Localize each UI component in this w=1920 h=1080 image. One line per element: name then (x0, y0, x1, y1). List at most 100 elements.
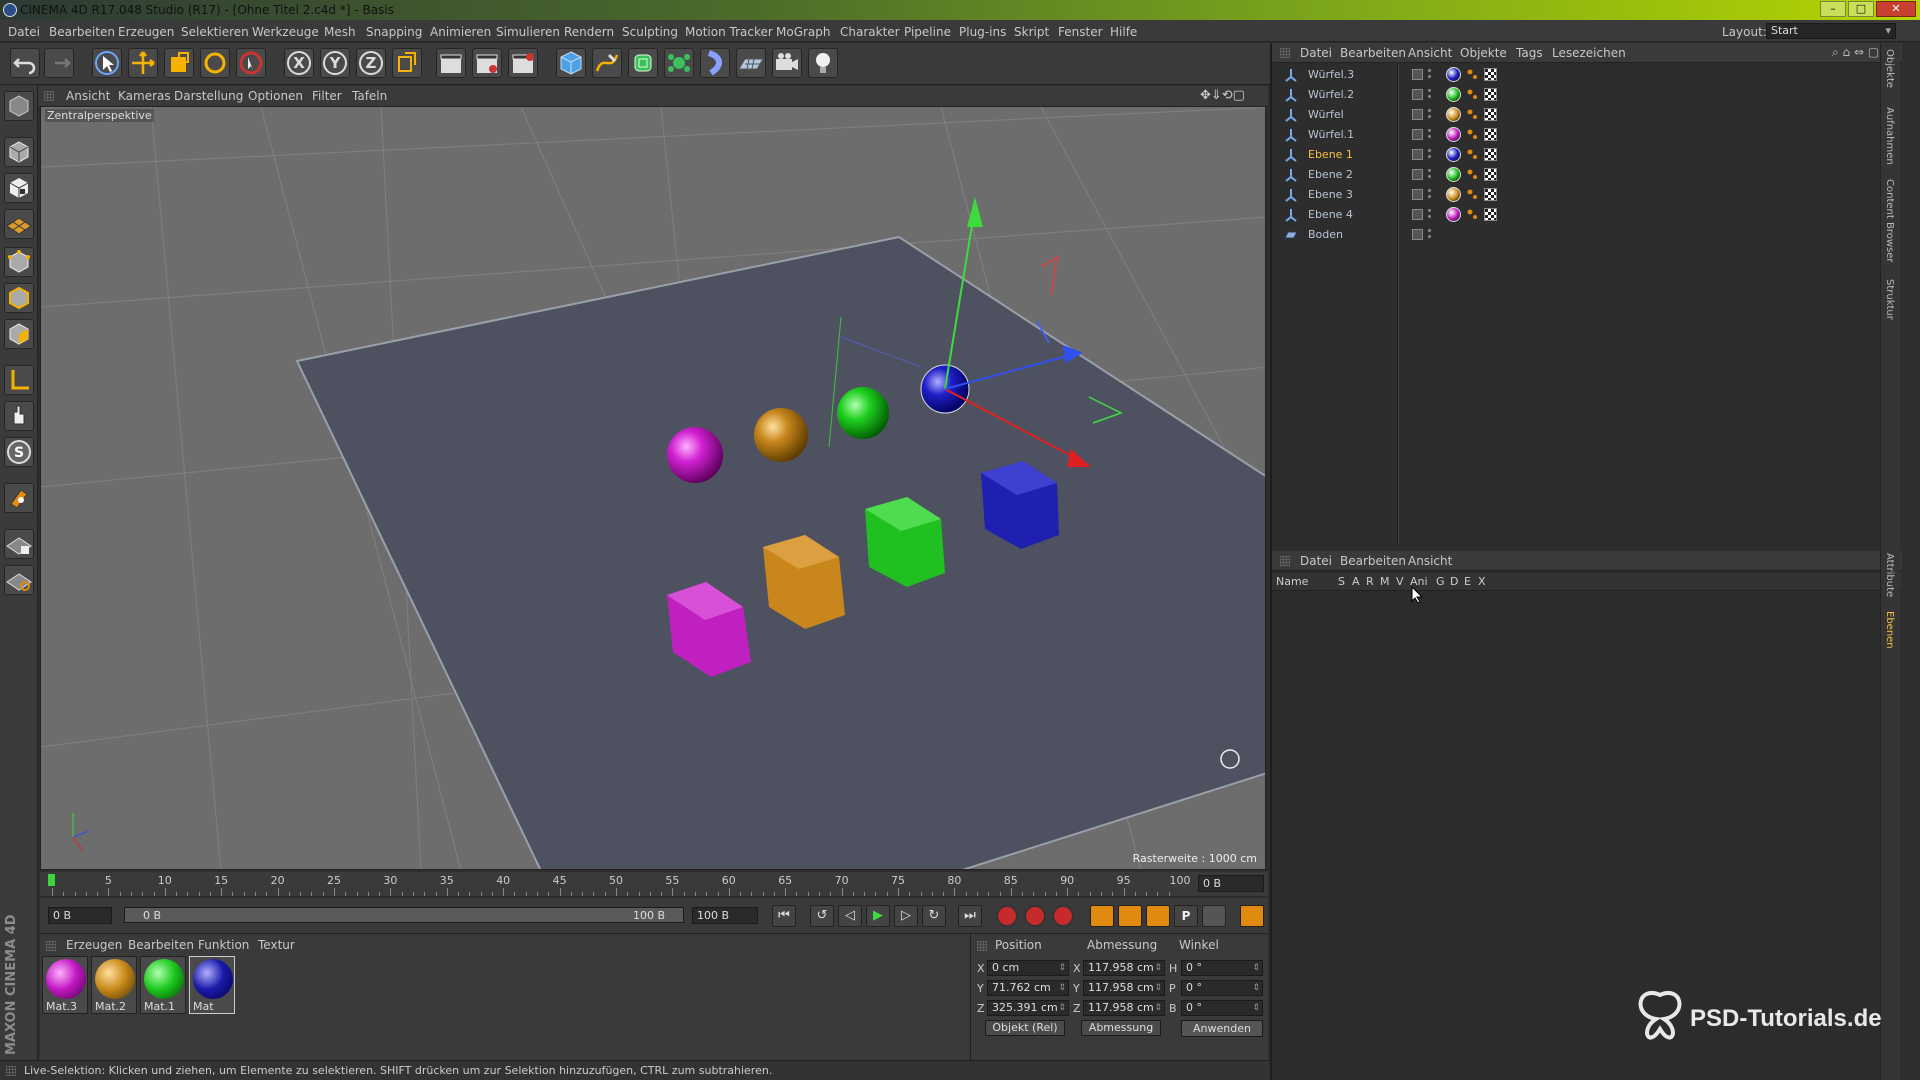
menu-skript[interactable]: Skript (1014, 25, 1049, 39)
side-tab-ebenen[interactable]: Ebenen (1884, 611, 1895, 649)
object-layer-checkbox[interactable] (1412, 129, 1423, 140)
display-tag-icon[interactable] (1466, 168, 1478, 180)
light-button[interactable] (808, 48, 838, 78)
layer-menu-bearbeiten[interactable]: Bearbeiten (1340, 554, 1406, 568)
next-key-button[interactable]: ↻ (922, 905, 946, 927)
workplane-lock-button[interactable] (4, 529, 34, 559)
rotate-tool-button[interactable] (200, 48, 230, 78)
keyframe-selection-button[interactable] (1052, 905, 1074, 927)
texture-mode-button[interactable] (4, 173, 34, 203)
material-tag-icon[interactable] (1446, 147, 1461, 162)
menu-erzeugen[interactable]: Erzeugen (118, 25, 174, 39)
menu-mesh[interactable]: Mesh (324, 25, 356, 39)
viewport-menu-tafeln[interactable]: Tafeln (352, 89, 387, 103)
display-tag-icon[interactable] (1466, 88, 1478, 100)
menu-plugins[interactable]: Plug-ins (959, 25, 1006, 39)
position-y-field[interactable]: 71.762 cm (987, 980, 1069, 996)
menu-pipeline[interactable]: Pipeline (904, 25, 951, 39)
minimize-icon[interactable]: – (1820, 1, 1846, 17)
object-layer-checkbox[interactable] (1412, 69, 1423, 80)
object-menu-objekte[interactable]: Objekte (1460, 46, 1507, 60)
workplane-mode-button[interactable] (4, 209, 34, 239)
object-menu-bearbeiten[interactable]: Bearbeiten (1340, 46, 1406, 60)
viewport-menu-kameras[interactable]: Kameras (118, 89, 171, 103)
snapping-button[interactable]: S (4, 437, 34, 467)
position-x-field[interactable]: 0 cm (987, 960, 1069, 976)
rotation-p-field[interactable]: 0 ° (1181, 980, 1263, 996)
menu-hilfe[interactable]: Hilfe (1110, 25, 1137, 39)
texture-tag-icon[interactable] (1484, 148, 1497, 161)
go-to-end-button[interactable]: ⏭ (958, 905, 982, 927)
timeline-ruler[interactable]: 0510152025303540455055606570758085909510… (40, 872, 1268, 896)
visibility-dots[interactable] (1428, 109, 1432, 121)
start-frame-field[interactable]: 0 B (48, 907, 112, 924)
visibility-dots[interactable] (1428, 149, 1432, 161)
side-tab-attribute[interactable]: Attribute (1884, 553, 1895, 597)
subdivision-surface-button[interactable] (628, 48, 658, 78)
axis-mode-button[interactable] (4, 365, 34, 395)
position-z-field[interactable]: 325.391 cm (987, 1000, 1069, 1016)
layer-col-xref[interactable]: X (1478, 575, 1486, 588)
material-tag-icon[interactable] (1446, 187, 1461, 202)
object-layer-checkbox[interactable] (1412, 89, 1423, 100)
visibility-dots[interactable] (1428, 229, 1432, 241)
layer-col-render[interactable]: R (1366, 575, 1374, 588)
object-layer-checkbox[interactable] (1412, 209, 1423, 220)
object-name[interactable]: Würfel.2 (1308, 88, 1354, 101)
object-row[interactable]: Würfel (1280, 106, 1880, 124)
floor-scene-button[interactable] (736, 48, 766, 78)
key-scale-button[interactable] (1118, 905, 1142, 927)
key-position-button[interactable] (1090, 905, 1114, 927)
polygons-mode-button[interactable] (4, 319, 34, 349)
autokeying-button[interactable] (1024, 905, 1046, 927)
menu-sculpting[interactable]: Sculpting (622, 25, 678, 39)
maximize-icon[interactable]: □ (1848, 1, 1874, 17)
material-tag-icon[interactable] (1446, 207, 1461, 222)
menu-werkzeuge[interactable]: Werkzeuge (252, 25, 319, 39)
tweak-mode-button[interactable] (4, 401, 34, 431)
texture-tag-icon[interactable] (1484, 68, 1497, 81)
display-tag-icon[interactable] (1466, 188, 1478, 200)
texture-tag-icon[interactable] (1484, 88, 1497, 101)
close-icon[interactable]: ✕ (1876, 1, 1916, 17)
z-axis-lock-button[interactable]: Z (356, 48, 386, 78)
layer-menu-ansicht[interactable]: Ansicht (1408, 554, 1452, 568)
material-tag-icon[interactable] (1446, 127, 1461, 142)
display-tag-icon[interactable] (1466, 68, 1478, 80)
model-mode-button[interactable] (4, 137, 34, 167)
side-tab-aufnahmen[interactable]: Aufnahmen (1884, 107, 1895, 165)
preview-range-bar[interactable]: 0 B 100 B (124, 907, 684, 923)
visibility-dots[interactable] (1428, 69, 1432, 81)
material-swatch[interactable]: Mat.3 (42, 956, 88, 1014)
points-mode-button[interactable] (4, 247, 34, 277)
visibility-dots[interactable] (1428, 129, 1432, 141)
render-settings-button[interactable] (508, 48, 538, 78)
side-tab-objekte[interactable]: Objekte (1884, 49, 1895, 88)
object-row[interactable]: Würfel.2 (1280, 86, 1880, 104)
move-tool-button[interactable] (128, 48, 158, 78)
previous-key-button[interactable]: ↺ (810, 905, 834, 927)
go-to-start-button[interactable]: ⏮ (772, 905, 796, 927)
menu-animieren[interactable]: Animieren (430, 25, 491, 39)
object-name[interactable]: Ebene 4 (1308, 208, 1353, 221)
next-frame-button[interactable]: ▷ (894, 905, 918, 927)
menu-bearbeiten[interactable]: Bearbeiten (49, 25, 115, 39)
coordinate-mode-dropdown[interactable]: Objekt (Rel) (985, 1020, 1065, 1036)
camera-button[interactable] (772, 48, 802, 78)
frame-ruler[interactable]: 0510152025303540455055606570758085909510… (46, 872, 1191, 896)
object-row[interactable]: Würfel.3 (1280, 66, 1880, 84)
object-row[interactable]: Ebene 4 (1280, 206, 1880, 224)
visibility-dots[interactable] (1428, 189, 1432, 201)
object-search-icon[interactable]: ⌕ ⌂ ⇔ ▢ (1832, 45, 1879, 60)
rotation-b-field[interactable]: 0 ° (1181, 1000, 1263, 1016)
size-y-field[interactable]: 117.958 cm (1083, 980, 1165, 996)
layer-col-locked[interactable]: V (1396, 575, 1404, 588)
menu-mograph[interactable]: MoGraph (776, 25, 831, 39)
object-layer-checkbox[interactable] (1412, 169, 1423, 180)
side-tab-struktur[interactable]: Struktur (1884, 279, 1895, 320)
soft-selection-button[interactable] (4, 483, 34, 513)
object-name[interactable]: Ebene 1 (1308, 148, 1353, 161)
texture-tag-icon[interactable] (1484, 168, 1497, 181)
object-menu-lesezeichen[interactable]: Lesezeichen (1552, 46, 1626, 60)
menu-datei[interactable]: Datei (8, 25, 40, 39)
